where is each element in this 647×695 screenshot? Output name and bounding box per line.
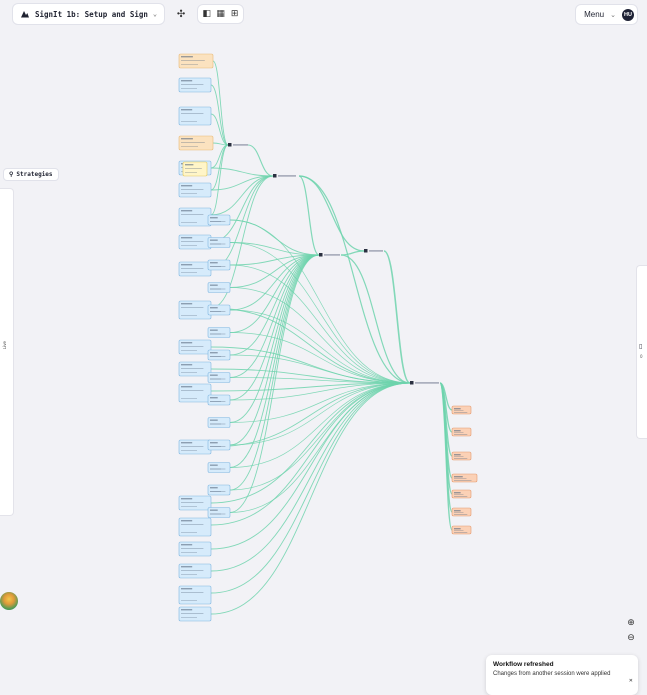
config-node[interactable] — [178, 53, 214, 69]
input-node[interactable] — [178, 106, 212, 126]
stub-node[interactable] — [207, 507, 231, 518]
stub-node[interactable] — [207, 439, 231, 451]
output-node[interactable] — [451, 427, 472, 437]
edge — [210, 382, 411, 448]
input-node[interactable] — [178, 495, 212, 511]
edge — [229, 254, 320, 423]
stub-node[interactable] — [207, 349, 231, 361]
stub-node[interactable] — [207, 259, 231, 271]
input-node[interactable] — [178, 361, 212, 377]
merge-hub[interactable] — [364, 249, 383, 253]
output-node[interactable] — [451, 405, 472, 415]
edge — [247, 144, 274, 177]
output-node[interactable] — [451, 525, 472, 535]
input-node[interactable] — [178, 541, 212, 557]
input-node[interactable] — [178, 261, 212, 277]
input-node[interactable] — [178, 207, 212, 227]
edge — [229, 254, 320, 491]
edge — [298, 175, 320, 256]
user-avatar-bubble[interactable] — [0, 592, 18, 610]
workflow-canvas[interactable] — [0, 0, 647, 680]
output-node[interactable] — [451, 473, 478, 483]
input-node[interactable] — [178, 339, 212, 355]
stub-node[interactable] — [207, 327, 231, 338]
zoom-in-icon: ⊕ — [627, 618, 635, 628]
input-node[interactable] — [178, 563, 212, 579]
edge — [229, 382, 411, 401]
edges — [210, 60, 453, 615]
stub-node[interactable] — [207, 304, 231, 316]
output-node[interactable] — [451, 507, 472, 517]
input-node[interactable] — [178, 517, 212, 537]
edge — [383, 250, 411, 384]
input-node[interactable] — [178, 182, 212, 198]
edge — [210, 382, 411, 550]
edge — [229, 264, 411, 384]
input-node[interactable] — [178, 383, 212, 403]
merge-hub[interactable] — [273, 174, 296, 178]
edge — [210, 307, 411, 384]
input-node[interactable] — [178, 300, 212, 320]
input-node[interactable] — [178, 439, 212, 455]
edge — [229, 242, 320, 256]
edge — [340, 250, 365, 256]
input-node[interactable] — [178, 585, 212, 605]
zoom-in-button[interactable]: ⊕ — [625, 618, 637, 628]
edge — [210, 175, 274, 243]
config-node[interactable] — [178, 135, 214, 151]
edge — [210, 382, 411, 526]
stub-node[interactable] — [207, 394, 231, 406]
stub-node[interactable] — [207, 484, 231, 496]
stub-node[interactable] — [207, 214, 231, 226]
input-node[interactable] — [178, 77, 212, 93]
stub-node[interactable] — [207, 282, 231, 293]
output-node[interactable] — [451, 451, 472, 461]
toast-title: Workflow refreshed — [493, 661, 554, 668]
edge — [340, 254, 411, 384]
toast-notification: Workflow refreshed Changes from another … — [486, 655, 638, 695]
input-node[interactable] — [178, 606, 212, 622]
sign-hub[interactable] — [410, 381, 439, 385]
toast-message: Changes from another session were applie… — [493, 671, 611, 677]
merge-hub[interactable] — [228, 143, 248, 147]
stub-node[interactable] — [207, 372, 231, 383]
input-node[interactable] — [178, 234, 212, 250]
stub-node[interactable] — [207, 462, 231, 473]
merge-hub[interactable] — [319, 253, 340, 257]
zoom-out-button[interactable]: ⊖ — [625, 633, 637, 643]
note-card[interactable] — [182, 161, 208, 177]
stub-node[interactable] — [207, 417, 231, 428]
stub-node[interactable] — [207, 237, 231, 248]
output-node[interactable] — [451, 489, 472, 499]
edge — [229, 382, 411, 491]
zoom-out-icon: ⊖ — [627, 633, 635, 643]
close-icon[interactable]: ✕ — [629, 678, 633, 684]
